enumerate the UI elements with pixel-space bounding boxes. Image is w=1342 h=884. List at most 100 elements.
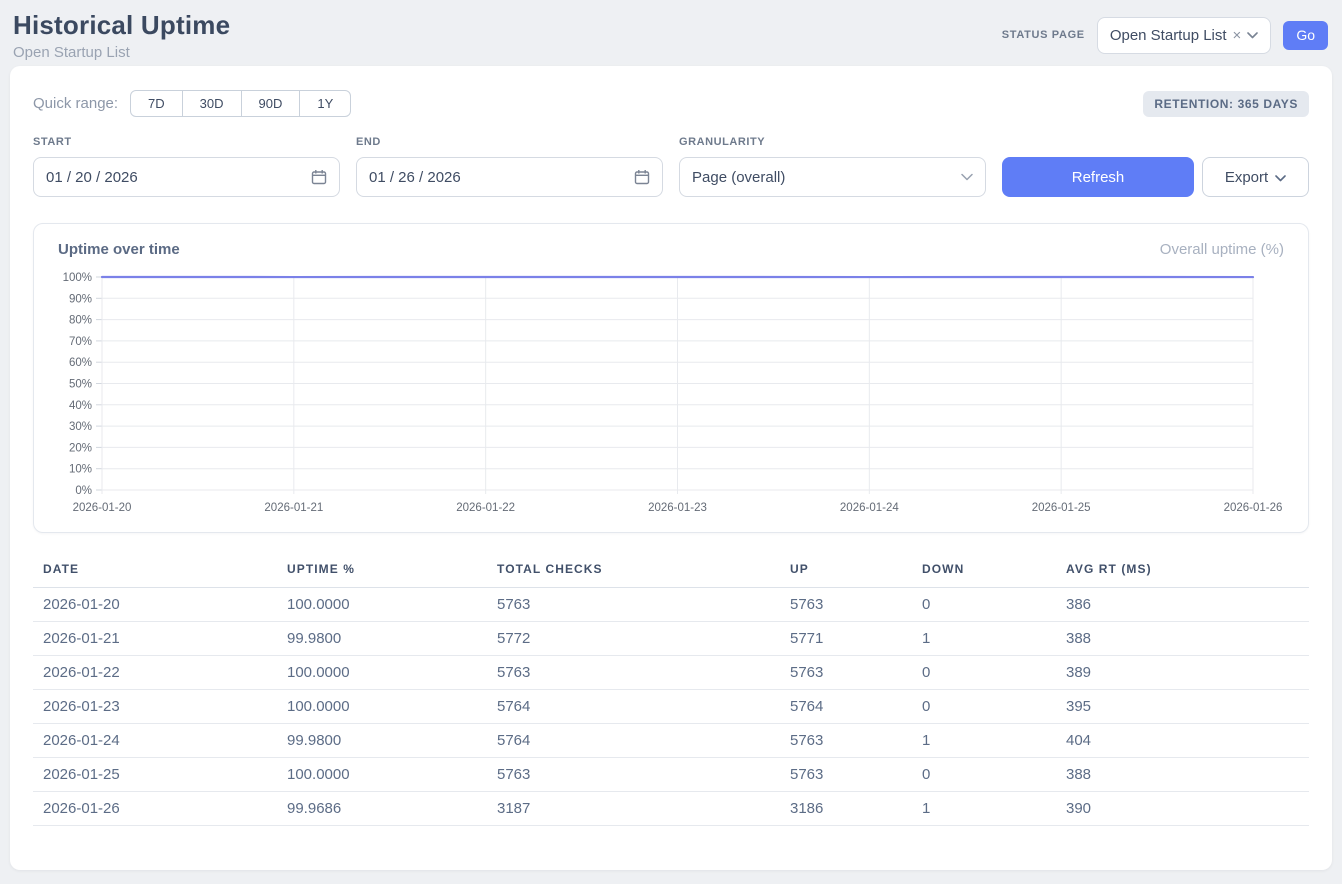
calendar-icon[interactable] [311, 169, 327, 185]
table-cell: 404 [1056, 724, 1309, 758]
table-row: 2026-01-2499.9800576457631404 [33, 724, 1309, 758]
quick-range-7d-button[interactable]: 7D [130, 90, 183, 117]
svg-text:0%: 0% [75, 485, 92, 497]
page-header: Historical Uptime Open Startup List STAT… [0, 0, 1342, 66]
column-header-down: DOWN [912, 556, 1056, 588]
end-date-label: END [356, 136, 663, 148]
column-header-date: DATE [33, 556, 277, 588]
uptime-table: DATE UPTIME % TOTAL CHECKS UP DOWN AVG R… [33, 556, 1309, 826]
chart-legend: Overall uptime (%) [1160, 241, 1284, 258]
table-cell: 2026-01-22 [33, 656, 277, 690]
table-cell: 1 [912, 792, 1056, 826]
svg-text:100%: 100% [63, 272, 92, 284]
table-cell: 100.0000 [277, 656, 487, 690]
table-row: 2026-01-23100.0000576457640395 [33, 690, 1309, 724]
svg-text:30%: 30% [69, 421, 92, 433]
end-date-value: 01 / 26 / 2026 [369, 169, 461, 186]
table-cell: 2026-01-23 [33, 690, 277, 724]
column-header-avg-rt: AVG RT (MS) [1056, 556, 1309, 588]
start-date-value: 01 / 20 / 2026 [46, 169, 138, 186]
svg-text:20%: 20% [69, 442, 92, 454]
retention-badge: RETENTION: 365 DAYS [1143, 91, 1309, 117]
table-cell: 100.0000 [277, 588, 487, 622]
chart-header: Uptime over time Overall uptime (%) [58, 241, 1284, 258]
table-row: 2026-01-2699.9686318731861390 [33, 792, 1309, 826]
export-button-label: Export [1225, 169, 1268, 186]
granularity-select[interactable]: Page (overall) [679, 157, 986, 197]
svg-text:90%: 90% [69, 293, 92, 305]
granularity-group: GRANULARITY Page (overall) [679, 136, 986, 197]
clear-icon[interactable]: × [1233, 27, 1242, 44]
table-row: 2026-01-25100.0000576357630388 [33, 758, 1309, 792]
table-cell: 2026-01-26 [33, 792, 277, 826]
page-title: Historical Uptime [13, 10, 230, 41]
table-cell: 5763 [487, 758, 780, 792]
table-cell: 2026-01-20 [33, 588, 277, 622]
end-date-group: END 01 / 26 / 2026 [356, 136, 663, 197]
svg-text:50%: 50% [69, 379, 92, 391]
quick-range-30d-button[interactable]: 30D [182, 90, 242, 117]
table-cell: 1 [912, 622, 1056, 656]
table-row: 2026-01-20100.0000576357630386 [33, 588, 1309, 622]
chevron-down-icon [961, 173, 973, 181]
table-cell: 2026-01-24 [33, 724, 277, 758]
granularity-value: Page (overall) [692, 169, 785, 186]
svg-text:2026-01-21: 2026-01-21 [264, 502, 323, 514]
granularity-label: GRANULARITY [679, 136, 986, 148]
export-button[interactable]: Export [1202, 157, 1309, 197]
main-panel: Quick range: 7D 30D 90D 1Y RETENTION: 36… [10, 66, 1332, 870]
calendar-icon[interactable] [634, 169, 650, 185]
table-cell: 389 [1056, 656, 1309, 690]
table-cell: 386 [1056, 588, 1309, 622]
quick-range-group: Quick range: 7D 30D 90D 1Y [33, 90, 351, 117]
table-cell: 2026-01-25 [33, 758, 277, 792]
status-page-select[interactable]: Open Startup List × [1097, 17, 1272, 54]
end-date-input[interactable]: 01 / 26 / 2026 [356, 157, 663, 197]
quick-range-90d-button[interactable]: 90D [241, 90, 301, 117]
svg-text:2026-01-20: 2026-01-20 [73, 502, 132, 514]
table-cell: 0 [912, 758, 1056, 792]
table-cell: 5763 [487, 656, 780, 690]
column-header-total-checks: TOTAL CHECKS [487, 556, 780, 588]
table-cell: 395 [1056, 690, 1309, 724]
table-header: DATE UPTIME % TOTAL CHECKS UP DOWN AVG R… [33, 556, 1309, 588]
filters-row: START 01 / 20 / 2026 END 01 / 26 / 2026 … [33, 136, 1309, 197]
svg-text:80%: 80% [69, 315, 92, 327]
status-page-value: Open Startup List [1110, 27, 1227, 44]
table-cell: 100.0000 [277, 690, 487, 724]
table-cell: 5763 [780, 656, 912, 690]
quick-range-buttons: 7D 30D 90D 1Y [130, 90, 351, 117]
uptime-line-chart: 0% 10% 20% 30% 40% 50% 60% 70% 80% 90% 100% 2026-01… [58, 268, 1284, 520]
title-block: Historical Uptime Open Startup List [13, 10, 230, 61]
table-row: 2026-01-22100.0000576357630389 [33, 656, 1309, 690]
table-cell: 100.0000 [277, 758, 487, 792]
table-cell: 5764 [487, 690, 780, 724]
table-cell: 5772 [487, 622, 780, 656]
start-date-label: START [33, 136, 340, 148]
go-button[interactable]: Go [1283, 21, 1328, 50]
quick-range-label: Quick range: [33, 95, 118, 112]
start-date-input[interactable]: 01 / 20 / 2026 [33, 157, 340, 197]
table-cell: 3187 [487, 792, 780, 826]
table-cell: 388 [1056, 622, 1309, 656]
svg-text:2026-01-25: 2026-01-25 [1032, 502, 1091, 514]
refresh-button[interactable]: Refresh [1002, 157, 1194, 197]
table-cell: 5763 [780, 758, 912, 792]
table-cell: 0 [912, 588, 1056, 622]
page-subtitle: Open Startup List [13, 44, 230, 61]
table-cell: 5764 [487, 724, 780, 758]
svg-text:40%: 40% [69, 400, 92, 412]
column-header-up: UP [780, 556, 912, 588]
quick-range-1y-button[interactable]: 1Y [299, 90, 351, 117]
table-cell: 5763 [487, 588, 780, 622]
svg-text:60%: 60% [69, 357, 92, 369]
chevron-down-icon [1247, 32, 1258, 39]
table-cell: 99.9686 [277, 792, 487, 826]
svg-text:10%: 10% [69, 464, 92, 476]
start-date-group: START 01 / 20 / 2026 [33, 136, 340, 197]
table-cell: 390 [1056, 792, 1309, 826]
table-cell: 5763 [780, 724, 912, 758]
svg-text:70%: 70% [69, 336, 92, 348]
table-cell: 5764 [780, 690, 912, 724]
quick-range-row: Quick range: 7D 30D 90D 1Y RETENTION: 36… [33, 90, 1309, 117]
